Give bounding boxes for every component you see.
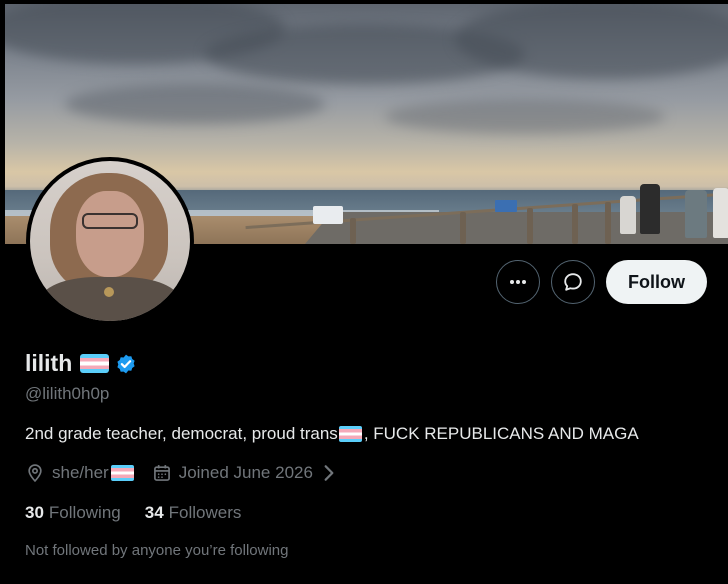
trans-flag-icon (110, 465, 134, 481)
display-name: lilith (25, 350, 73, 376)
verified-badge-icon[interactable] (115, 353, 137, 375)
location-pin-icon (28, 464, 42, 483)
more-button[interactable] (496, 260, 540, 304)
followed-by-note: Not followed by anyone you’re following (25, 542, 289, 559)
followers-link[interactable]: 34 Followers (145, 503, 242, 523)
joined-date[interactable]: Joined June 2026 (152, 463, 346, 483)
profile-meta: she/her Joined June 2026 (25, 463, 346, 483)
following-link[interactable]: 30 Following (25, 503, 121, 523)
chat-bubble-icon (564, 273, 582, 291)
following-count: 30 (25, 503, 44, 522)
trans-flag-icon (338, 426, 362, 442)
joined-text: Joined June 2026 (178, 463, 313, 482)
pronouns: she/her (25, 463, 134, 483)
chevron-right-icon (324, 465, 334, 481)
message-button[interactable] (551, 260, 595, 304)
bio-text-start: 2nd grade teacher, democrat, proud trans (25, 424, 338, 443)
avatar-image (30, 161, 190, 321)
calendar-icon (153, 465, 170, 481)
following-label: Following (48, 503, 121, 522)
followers-count: 34 (144, 503, 164, 522)
follow-button[interactable]: Follow (606, 260, 707, 304)
handle: @lilith0h0p (25, 384, 110, 403)
follow-stats: 30 Following 34 Followers (25, 503, 241, 523)
bio: 2nd grade teacher, democrat, proud trans… (25, 424, 639, 444)
pronouns-text: she/her (52, 463, 109, 482)
display-name-row: lilith (25, 350, 137, 377)
avatar[interactable] (26, 157, 194, 325)
trans-flag-icon (80, 354, 110, 373)
followers-label: Followers (168, 503, 242, 522)
bio-text-end: , FUCK REPUBLICANS AND MAGA (363, 424, 639, 443)
more-horizontal-icon (510, 280, 526, 284)
